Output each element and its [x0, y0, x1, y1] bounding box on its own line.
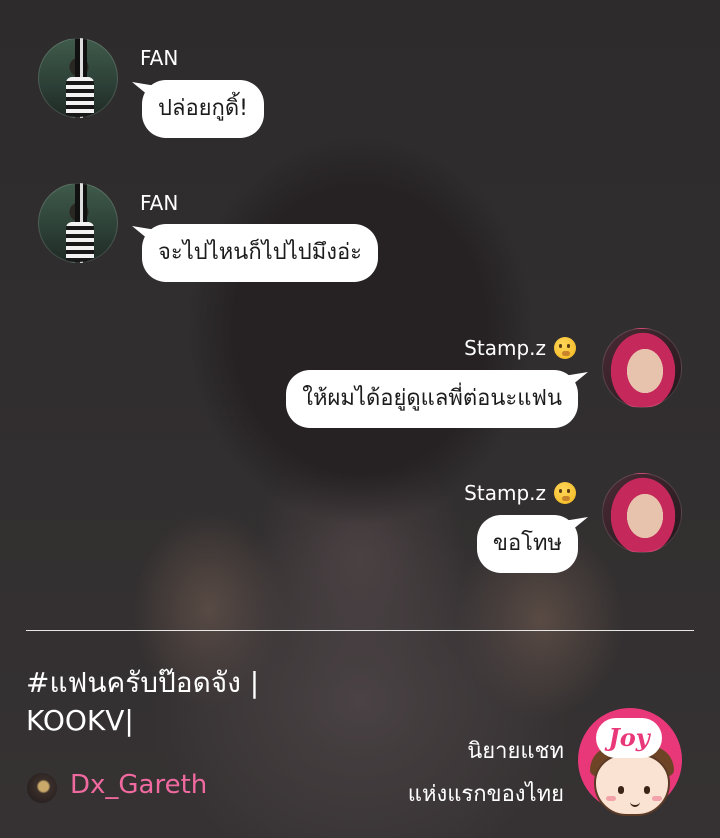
sender-name: FAN: [140, 46, 179, 70]
joy-logo: Joy: [578, 708, 690, 820]
sender-name: FAN: [140, 191, 179, 215]
shushing-face-icon: [554, 337, 576, 359]
brand-tagline-line2: แห่งแรกของไทย: [407, 782, 564, 807]
logo-eye: [618, 786, 624, 794]
logo-face-icon: [594, 754, 670, 816]
logo-cheek: [606, 796, 616, 801]
logo-eye: [644, 786, 650, 794]
logo-cheek: [652, 796, 662, 801]
sender-avatar[interactable]: [38, 38, 118, 118]
logo-mouth: [630, 802, 640, 807]
author-name[interactable]: Dx_Gareth: [70, 770, 207, 800]
brand-tagline-line1: นิยายแชท: [467, 739, 564, 764]
sender-avatar[interactable]: [602, 328, 682, 408]
sender-avatar[interactable]: [38, 183, 118, 263]
sender-name: Stamp.z: [464, 336, 546, 360]
chat-bubble[interactable]: ให้ผมได้อยู่ดูแลพี่ต่อนะแฟน: [286, 370, 578, 428]
chat-bubble[interactable]: ปล่อยกูดิ้!: [142, 80, 264, 138]
chat-bubble[interactable]: จะไปไหนก็ไปไปมึงอ่ะ: [142, 224, 378, 282]
shushing-face-icon: [554, 482, 576, 504]
sender-name-row: Stamp.z: [464, 481, 576, 505]
author-avatar[interactable]: [27, 773, 57, 803]
divider: [26, 630, 694, 631]
chat-bubble[interactable]: ขอโทษ: [476, 515, 578, 573]
story-title[interactable]: #แฟนครับป๊อดจัง | KOOKV|: [26, 664, 326, 740]
sender-name: Stamp.z: [464, 481, 546, 505]
sender-name-row: Stamp.z: [464, 336, 576, 360]
sender-avatar[interactable]: [602, 473, 682, 553]
logo-text: Joy: [596, 718, 662, 758]
